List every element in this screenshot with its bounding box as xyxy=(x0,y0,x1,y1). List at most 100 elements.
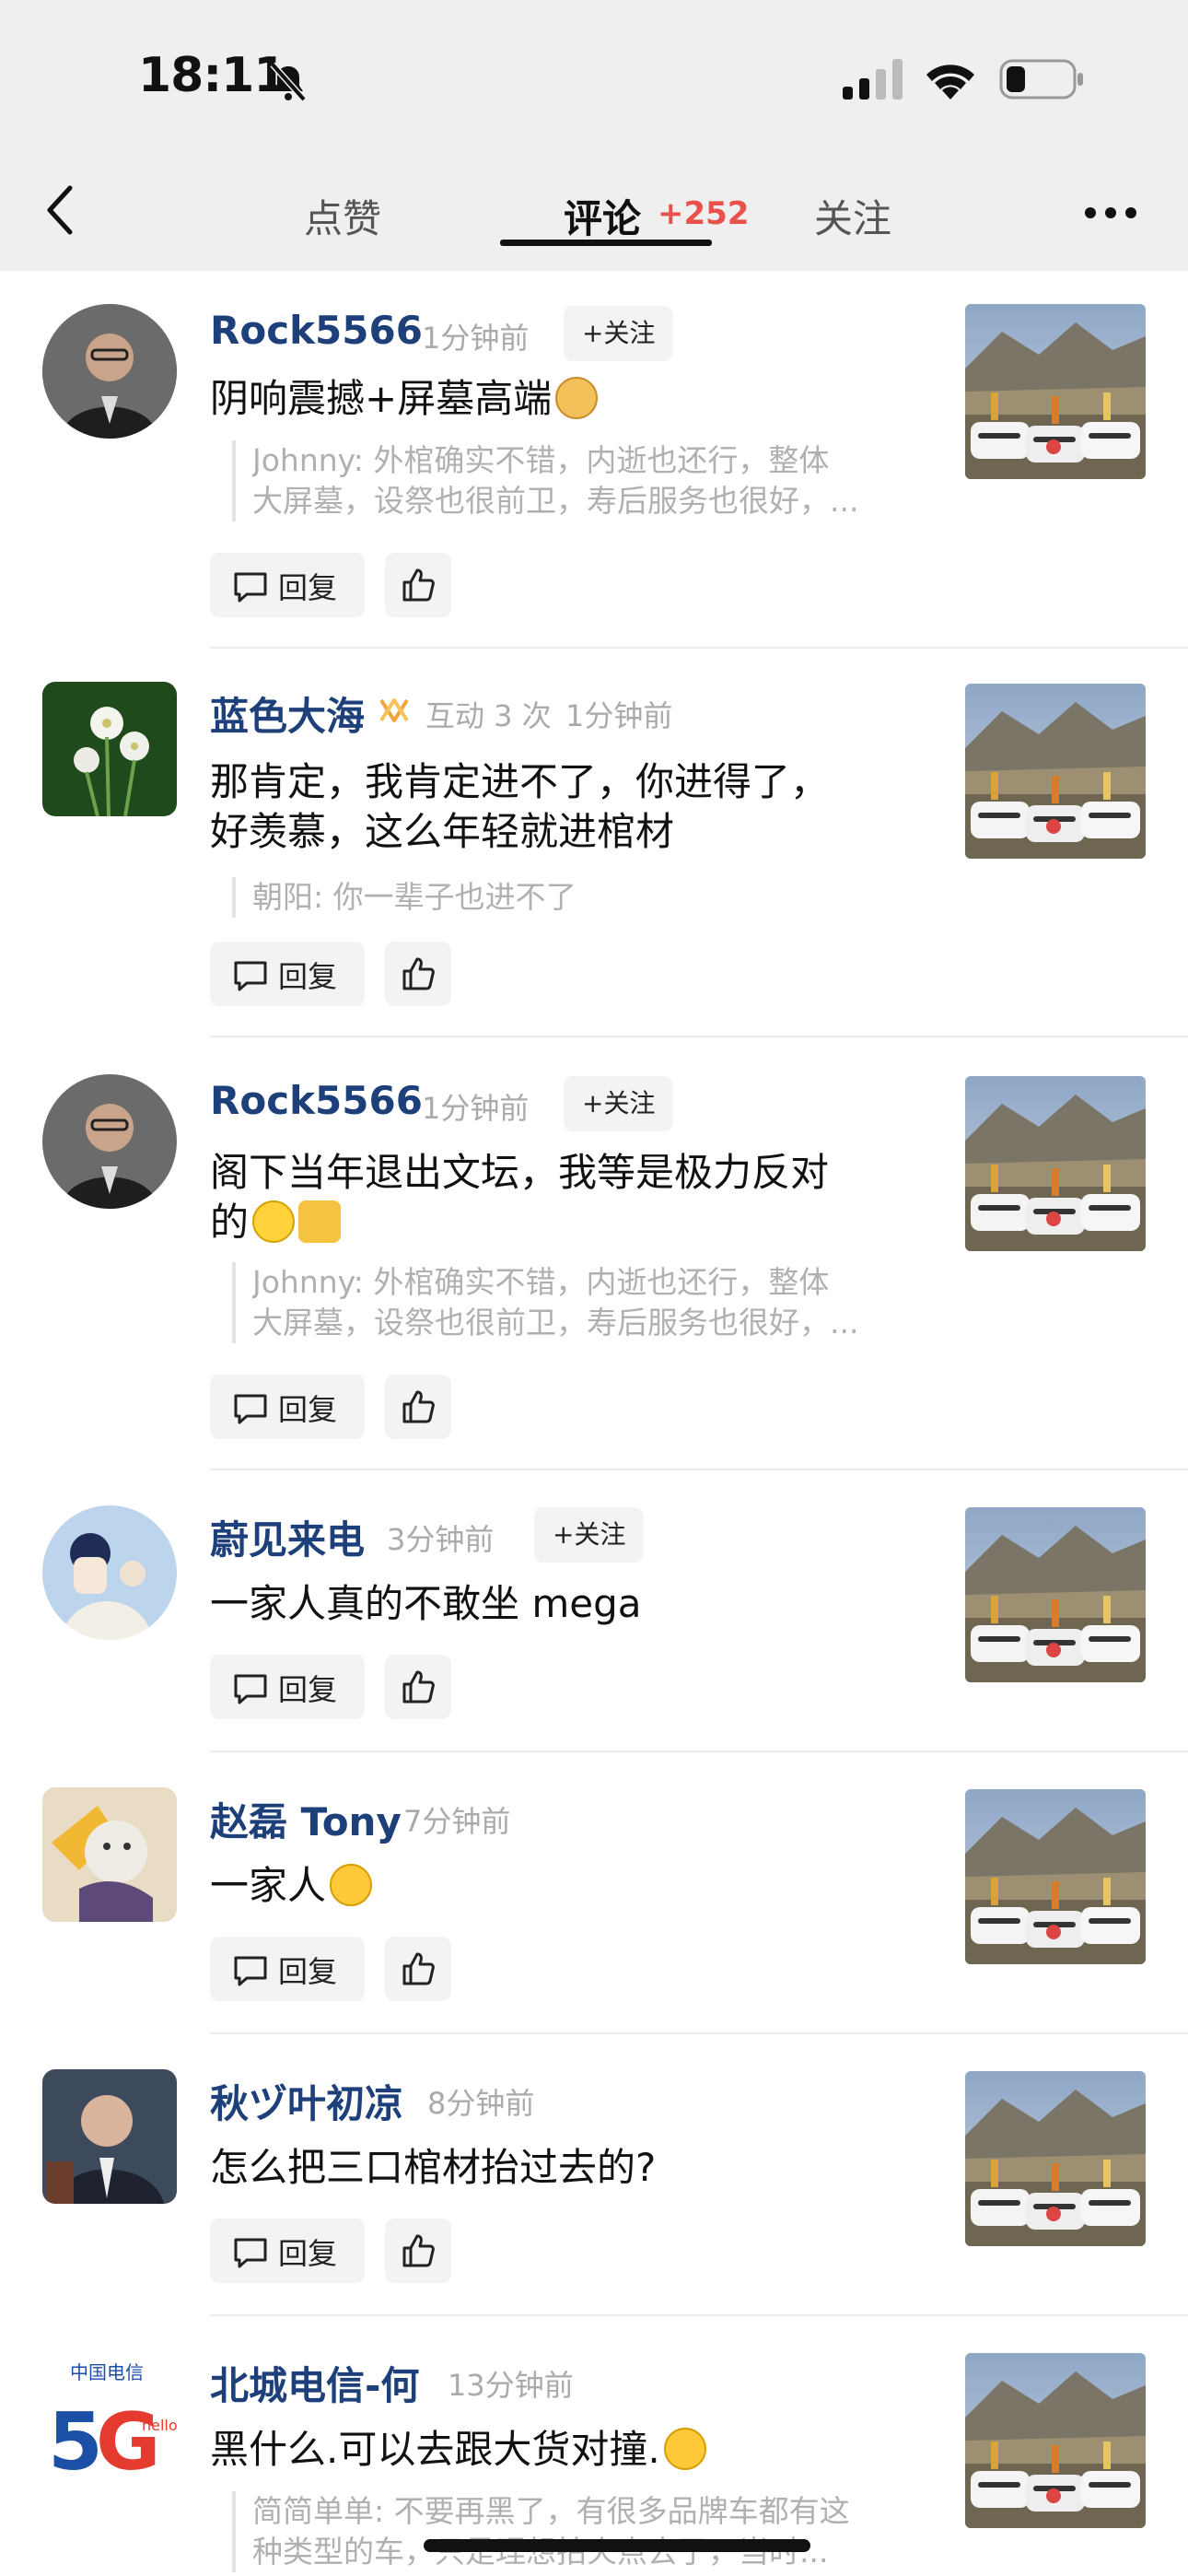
comment-item: 中国电信 5 G hello 北城电信-何 13分钟前 黑什么.可以去跟大货对撞… xyxy=(0,2316,1188,2576)
user-avatar[interactable] xyxy=(42,1074,177,1209)
username[interactable]: 北城电信-何 xyxy=(210,2355,419,2411)
reply-label: 回复 xyxy=(278,2236,338,2271)
like-button[interactable] xyxy=(385,942,451,1006)
comment-text-line: 的 xyxy=(210,1200,250,1245)
laugh-cry-emoji-icon xyxy=(330,1864,373,1906)
reply-label: 回复 xyxy=(278,1954,338,1989)
home-indicator xyxy=(424,2539,810,2552)
username[interactable]: 蔚见来电 xyxy=(210,1509,365,1565)
follow-button[interactable]: +关注 xyxy=(564,306,674,361)
post-thumbnail[interactable] xyxy=(965,2353,1146,2528)
active-tab-indicator xyxy=(500,240,712,246)
doge-emoji-icon xyxy=(555,377,599,419)
user-avatar[interactable] xyxy=(42,304,177,439)
interaction-count: 互动 3 次 xyxy=(425,698,552,733)
more-options-icon[interactable] xyxy=(1083,205,1138,221)
follow-button[interactable]: +关注 xyxy=(534,1507,645,1563)
like-button[interactable] xyxy=(385,1375,451,1439)
post-thumbnail[interactable] xyxy=(965,1507,1146,1682)
reply-button[interactable]: 回复 xyxy=(210,942,365,1006)
svg-text:5: 5 xyxy=(48,2396,103,2486)
battery-icon xyxy=(999,59,1083,100)
reply-label: 回复 xyxy=(278,959,338,994)
reply-label: 回复 xyxy=(278,1672,338,1707)
reply-button[interactable]: 回复 xyxy=(210,2219,365,2283)
comment-time: 1分钟前 xyxy=(565,698,673,733)
tab-likes[interactable]: 点赞 xyxy=(304,188,381,244)
username[interactable]: Rock5566 xyxy=(210,308,423,353)
post-thumbnail[interactable] xyxy=(965,1789,1146,1964)
wifi-icon xyxy=(926,64,974,100)
tab-follow[interactable]: 关注 xyxy=(814,188,891,244)
comment-text-line: 阴响震撼+屏墓高端 xyxy=(210,376,553,421)
post-thumbnail[interactable] xyxy=(965,684,1146,859)
reply-button[interactable]: 回复 xyxy=(210,553,365,617)
cellular-signal-icon xyxy=(843,59,903,100)
post-thumbnail[interactable] xyxy=(965,1076,1146,1251)
reply-label: 回复 xyxy=(278,570,338,605)
status-time: 18:11 xyxy=(138,48,287,103)
quote-line: 朝阳: 你一辈子也进不了 xyxy=(252,879,577,915)
user-avatar[interactable] xyxy=(42,1505,177,1640)
comment-text: 一家人 xyxy=(210,1861,928,1911)
follow-button[interactable]: +关注 xyxy=(564,1076,674,1131)
quoted-reply[interactable]: 简简单单: 不要再黑了，有很多品牌车都有这 种类型的车，只是理想拍火点去了，当时… xyxy=(232,2491,914,2572)
user-avatar[interactable]: 中国电信 5 G hello xyxy=(42,2351,177,2486)
quoted-reply[interactable]: Johnny: 外棺确实不错，内逝也还行，整体 大屏墓，设祭也很前卫，寿后服务也… xyxy=(232,440,914,521)
comment-bubble-icon xyxy=(234,1394,267,1424)
thumbs-up-icon xyxy=(402,957,435,990)
username[interactable]: 蓝色大海 xyxy=(210,685,365,742)
user-avatar[interactable] xyxy=(42,1787,177,1922)
username[interactable]: Rock5566 xyxy=(210,1078,423,1123)
username[interactable]: 秋ヅ叶初凉 xyxy=(210,2073,403,2129)
comment-time: 1分钟前 xyxy=(422,1091,530,1126)
thumbs-up-icon xyxy=(402,1390,435,1423)
post-thumbnail[interactable] xyxy=(965,304,1146,479)
comment-text-line: 一家人 xyxy=(210,1863,327,1908)
quote-line: 种类型的车，只是理想拍火点去了，当时... xyxy=(252,2532,914,2572)
quote-line: Johnny: 外棺确实不错，内逝也还行，整体 xyxy=(252,442,830,478)
comment-item: 蓝色大海 互动 3 次 1分钟前 那肯定，我肯定进不了，你进得了， 好羡慕，这么… xyxy=(0,649,1188,1037)
comment-text: 那肯定，我肯定进不了，你进得了， 好羡慕，这么年轻就进棺材 xyxy=(210,757,928,857)
post-thumbnail[interactable] xyxy=(965,2071,1146,2246)
username[interactable]: 赵磊 Tony xyxy=(210,1791,402,1847)
thumbs-up-icon xyxy=(402,568,435,602)
quote-line: Johnny: 外棺确实不错，内逝也还行，整体 xyxy=(252,1264,830,1300)
back-chevron-icon[interactable] xyxy=(42,182,79,238)
comment-text: 怎么把三口棺材抬过去的? xyxy=(210,2145,657,2190)
like-button[interactable] xyxy=(385,1937,451,2001)
comment-time: 13分钟前 xyxy=(448,2368,574,2403)
like-button[interactable] xyxy=(385,553,451,617)
quote-line: 大屏墓，设祭也很前卫，寿后服务也很好，... xyxy=(252,483,859,519)
comment-text: 一家人真的不敢坐 mega xyxy=(210,1581,642,1626)
quoted-reply[interactable]: 朝阳: 你一辈子也进不了 xyxy=(232,877,914,918)
reply-label: 回复 xyxy=(278,1392,338,1427)
nav-bar: 点赞 评论 +252 关注 xyxy=(0,157,1188,271)
comment-bubble-icon xyxy=(234,1956,267,1986)
quoted-reply[interactable]: Johnny: 外棺确实不错，内逝也还行，整体 大屏墓，设祭也很前卫，寿后服务也… xyxy=(232,1262,914,1343)
user-avatar[interactable] xyxy=(42,682,177,816)
comment-item: Rock5566 1分钟前 +关注 阴响震撼+屏墓高端 Johnny: 外棺确实… xyxy=(0,271,1188,649)
comment-bubble-icon xyxy=(234,2238,267,2268)
comment-text-line: 那肯定，我肯定进不了，你进得了， xyxy=(210,759,830,804)
thumbs-up-icon xyxy=(402,1670,435,1704)
like-button[interactable] xyxy=(385,2219,451,2283)
like-button[interactable] xyxy=(385,1655,451,1719)
grin-emoji-icon xyxy=(252,1200,296,1243)
reply-button[interactable]: 回复 xyxy=(210,1937,365,2001)
tab-comments[interactable]: 评论 xyxy=(564,188,641,244)
comment-time: 1分钟前 xyxy=(422,321,530,356)
user-avatar[interactable] xyxy=(42,2069,177,2204)
comment-bubble-icon xyxy=(234,572,267,603)
thumbs-up-emoji-icon xyxy=(298,1200,342,1243)
comment-bubble-icon xyxy=(234,1674,267,1704)
comment-text: 黑什么.可以去跟大货对撞. xyxy=(210,2425,928,2475)
comment-item: 赵磊 Tony 7分钟前 一家人 回复 xyxy=(0,1752,1188,2034)
comment-time: 3分钟前 xyxy=(387,1522,495,1557)
reply-button[interactable]: 回复 xyxy=(210,1655,365,1719)
quote-line: 简简单单: 不要再黑了，有很多品牌车都有这 xyxy=(252,2493,850,2529)
reply-button[interactable]: 回复 xyxy=(210,1375,365,1439)
comment-time: 7分钟前 xyxy=(403,1804,511,1839)
comment-text-line: 阁下当年退出文坛，我等是极力反对 xyxy=(210,1150,830,1195)
comment-text: 阁下当年退出文坛，我等是极力反对 的 xyxy=(210,1148,928,1247)
